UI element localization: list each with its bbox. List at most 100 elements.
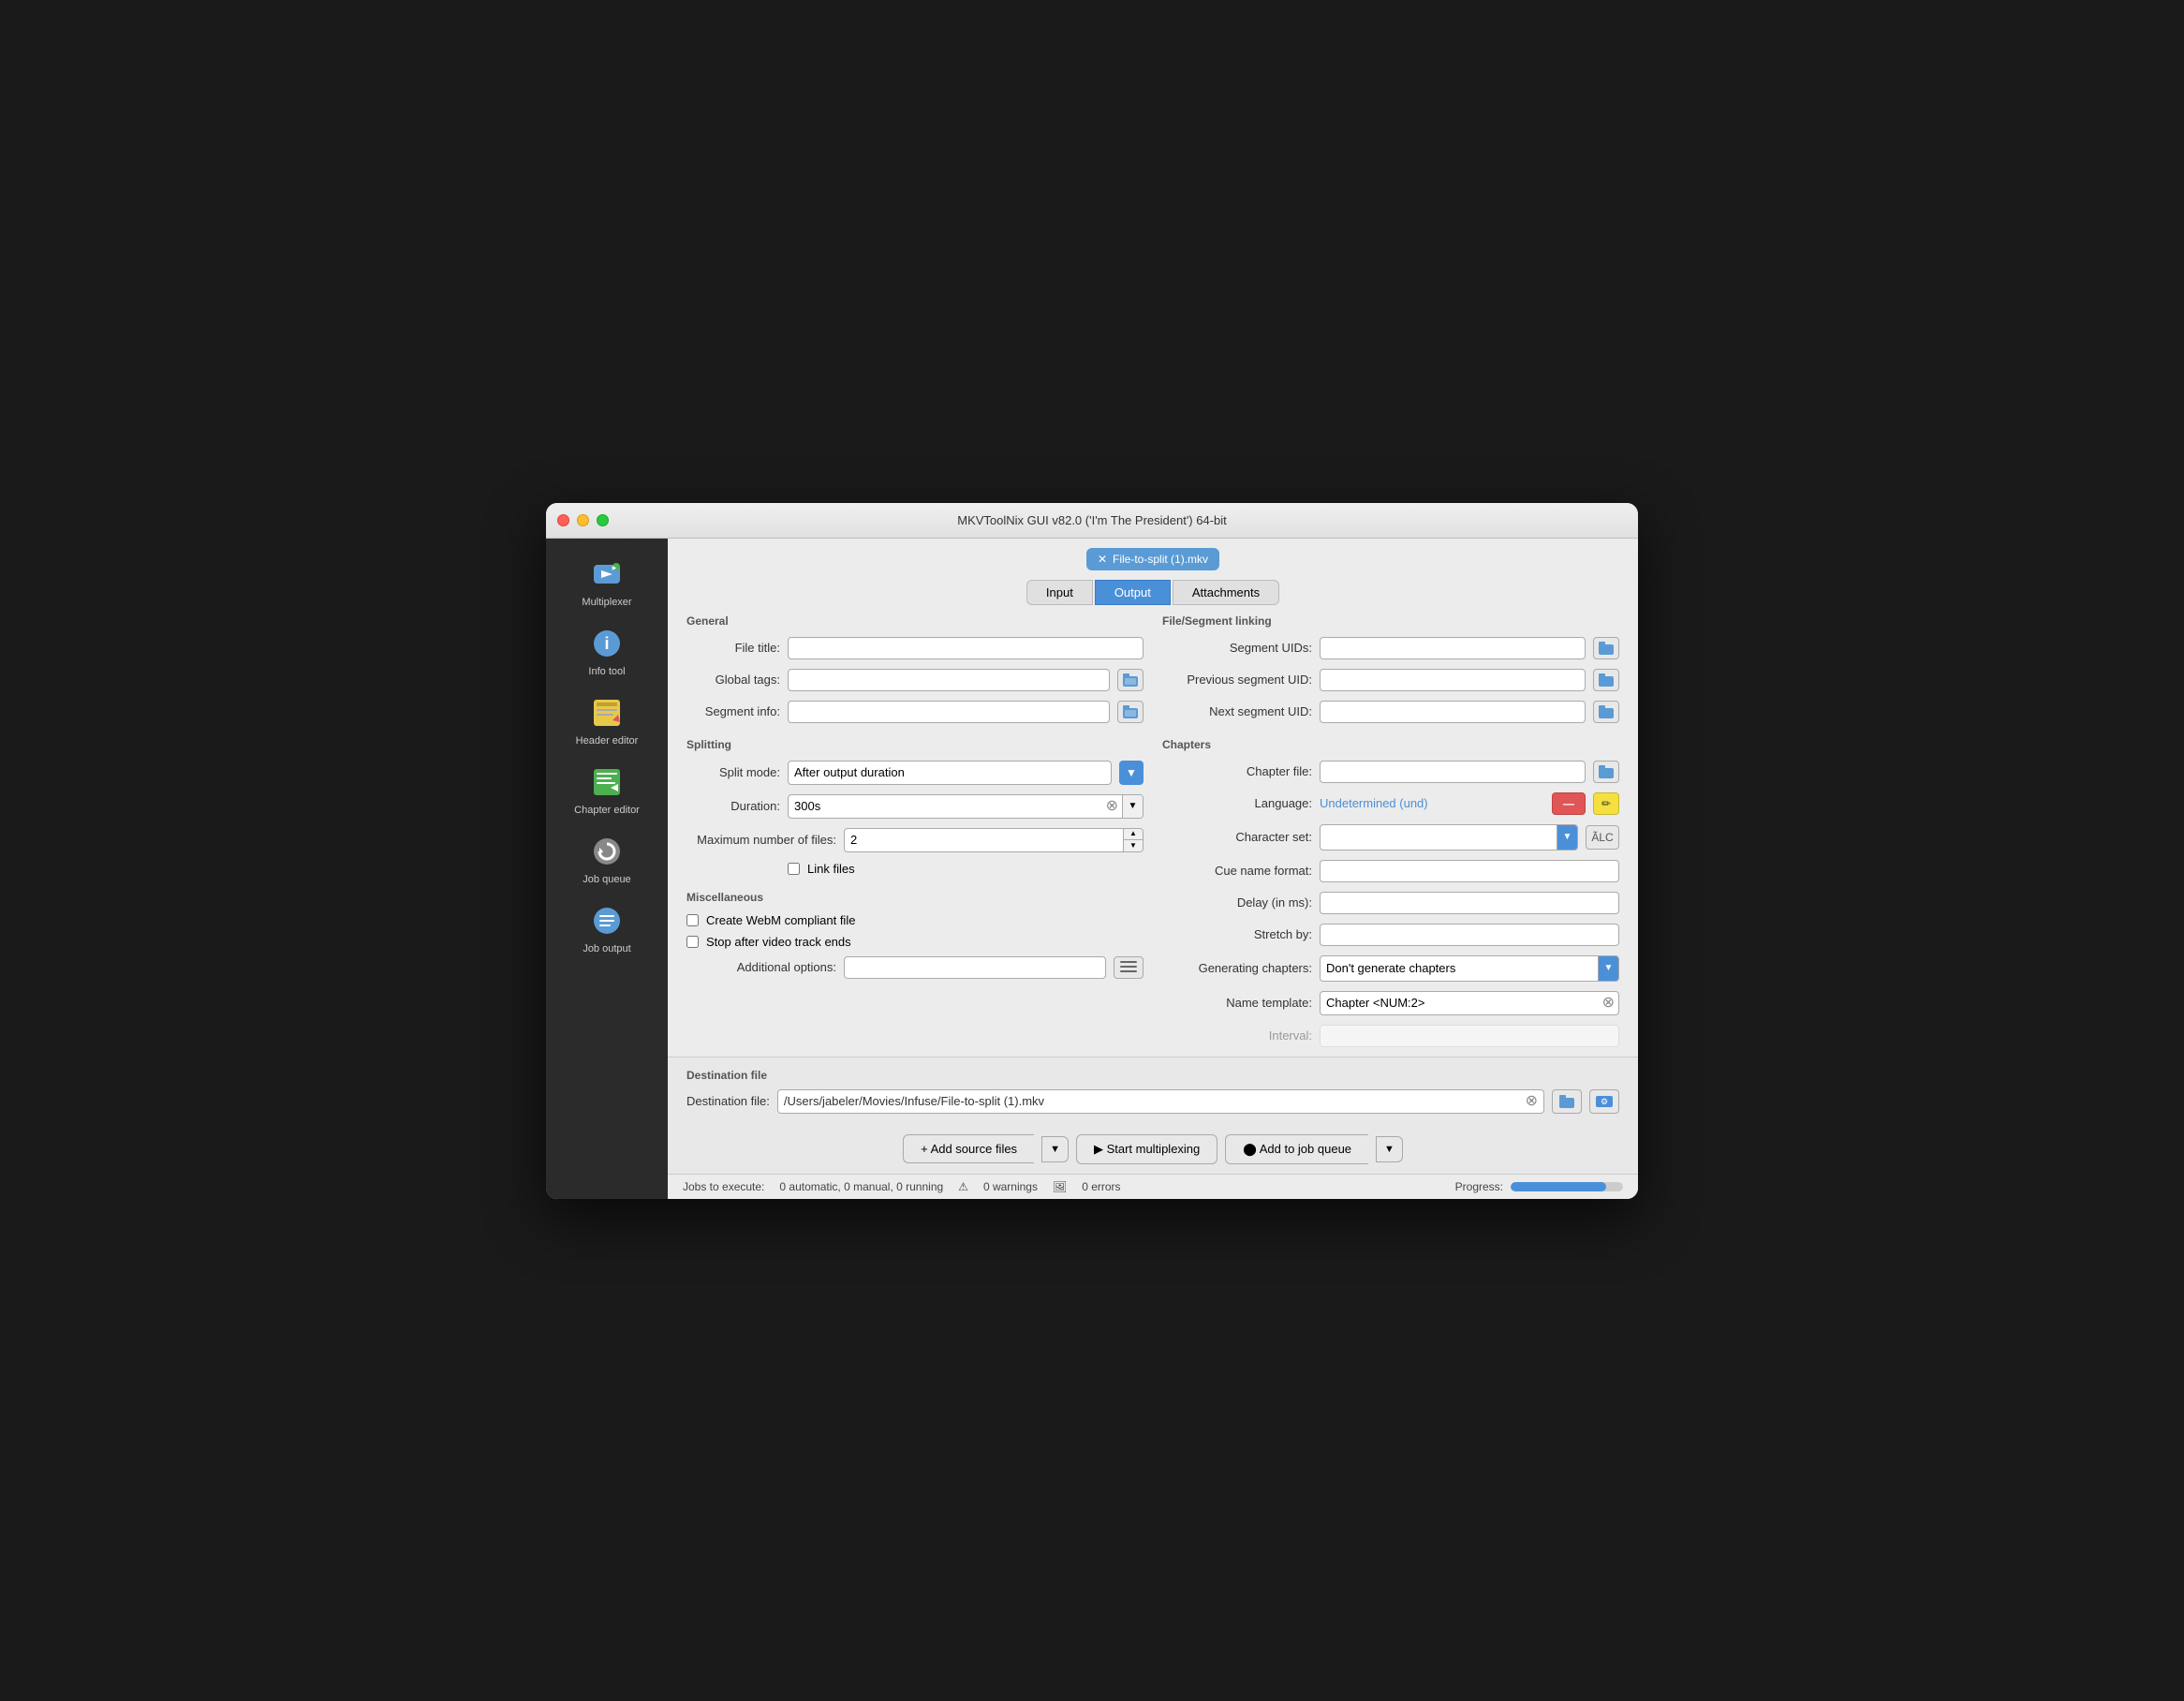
sidebar-item-job-queue[interactable]: Job queue	[551, 825, 663, 891]
segment-uids-browse-button[interactable]	[1593, 637, 1619, 659]
joboutput-icon	[588, 902, 626, 939]
next-segment-uid-input[interactable]	[1320, 701, 1586, 723]
create-webm-checkbox[interactable]	[686, 914, 699, 926]
character-set-row: Character set: ▼ ÃLC	[1162, 824, 1619, 850]
jobs-to-execute-value: 0 automatic, 0 manual, 0 running	[779, 1180, 943, 1193]
content-area: ✕ File-to-split (1).mkv Input Output Att…	[668, 539, 1638, 1199]
language-remove-button[interactable]: —	[1552, 792, 1586, 815]
max-files-spinner-wrap: ▲ ▼	[844, 828, 1144, 852]
language-row: Language: Undetermined (und) — ✏	[1162, 792, 1619, 815]
svg-text:▶: ▶	[612, 566, 617, 571]
language-edit-button[interactable]: ✏	[1593, 792, 1619, 815]
charset-arrow[interactable]: ▼	[1557, 825, 1577, 850]
file-chip-close[interactable]: ✕	[1098, 553, 1107, 566]
link-files-checkbox[interactable]	[788, 863, 800, 875]
max-files-up-button[interactable]: ▲	[1124, 829, 1143, 840]
add-to-job-queue-button[interactable]: ⬤ Add to job queue	[1225, 1134, 1368, 1164]
errors-icon: 🖼	[1053, 1180, 1067, 1193]
language-link[interactable]: Undetermined (und)	[1320, 796, 1544, 810]
add-to-job-queue-dropdown-arrow[interactable]: ▼	[1376, 1136, 1403, 1162]
close-button[interactable]	[557, 514, 569, 526]
svg-text:⚙: ⚙	[1601, 1097, 1608, 1106]
charset-select[interactable]	[1321, 825, 1557, 850]
maximize-button[interactable]	[597, 514, 609, 526]
additional-options-row: Additional options:	[686, 956, 1144, 979]
sidebar-item-chapter-editor[interactable]: Chapter editor	[551, 756, 663, 821]
dest-clear-button[interactable]: ⊗	[1526, 1094, 1538, 1109]
prev-segment-uid-input[interactable]	[1320, 669, 1586, 691]
stop-after-video-label: Stop after video track ends	[706, 935, 851, 949]
name-template-row: Name template: ⊗	[1162, 991, 1619, 1015]
progress-bar-fill	[1511, 1182, 1606, 1191]
dest-row: Destination file: /Users/jabeler/Movies/…	[686, 1089, 1619, 1114]
create-webm-row: Create WebM compliant file	[686, 913, 1144, 927]
dest-browse-button[interactable]	[1552, 1089, 1582, 1114]
tabs-row: Input Output Attachments	[1026, 580, 1279, 605]
sidebar-item-multiplexer[interactable]: ▶ Multiplexer	[551, 548, 663, 614]
segment-info-browse-button[interactable]	[1117, 701, 1144, 723]
status-progress: Progress:	[1455, 1180, 1623, 1193]
sidebar-item-chapter-label: Chapter editor	[574, 805, 640, 816]
right-panel: File/Segment linking Segment UIDs: Previ…	[1162, 614, 1619, 1057]
name-template-clear-button[interactable]: ⊗	[1599, 996, 1618, 1011]
chapter-file-input[interactable]	[1320, 761, 1586, 783]
sidebar-item-header-editor[interactable]: Header editor	[551, 687, 663, 752]
duration-expand-button[interactable]: ▼	[1122, 795, 1143, 818]
segment-uids-input[interactable]	[1320, 637, 1586, 659]
interval-input[interactable]	[1320, 1025, 1619, 1047]
file-title-input[interactable]	[788, 637, 1144, 659]
sidebar-item-header-label: Header editor	[576, 735, 639, 747]
cue-name-format-input[interactable]	[1320, 860, 1619, 882]
duration-clear-button[interactable]: ⊗	[1102, 799, 1122, 814]
splitting-section: Splitting Split mode: After output durat…	[686, 738, 1144, 876]
cue-name-format-row: Cue name format:	[1162, 860, 1619, 882]
file-segment-linking-section: File/Segment linking Segment UIDs: Previ…	[1162, 614, 1619, 723]
svg-text:i: i	[604, 634, 609, 653]
alc-button[interactable]: ÃLC	[1586, 825, 1619, 850]
stretch-by-input[interactable]	[1320, 924, 1619, 946]
chapter-editor-icon	[588, 763, 626, 801]
sidebar-item-info-tool[interactable]: i Info tool	[551, 617, 663, 683]
chapters-dropdown-arrow[interactable]: ▼	[1598, 956, 1618, 981]
general-section-title: General	[686, 614, 1144, 628]
sidebar: ▶ Multiplexer i Info tool	[546, 539, 668, 1199]
sidebar-item-job-output[interactable]: Job output	[551, 895, 663, 960]
minimize-button[interactable]	[577, 514, 589, 526]
tab-output[interactable]: Output	[1095, 580, 1171, 605]
max-files-input[interactable]	[845, 829, 1123, 851]
traffic-lights	[557, 514, 609, 526]
duration-input[interactable]	[789, 795, 1102, 818]
file-title-row: File title:	[686, 637, 1144, 659]
generating-chapters-select[interactable]: Don't generate chapters	[1321, 956, 1598, 981]
additional-options-list-button[interactable]	[1114, 956, 1144, 979]
prev-segment-uid-label: Previous segment UID:	[1162, 673, 1312, 687]
segment-info-input[interactable]	[788, 701, 1110, 723]
tab-input[interactable]: Input	[1026, 580, 1093, 605]
add-source-files-button[interactable]: + Add source files	[903, 1134, 1034, 1163]
prev-segment-uid-browse-button[interactable]	[1593, 669, 1619, 691]
tab-attachments[interactable]: Attachments	[1173, 580, 1279, 605]
start-multiplexing-button[interactable]: ▶ Start multiplexing	[1076, 1134, 1217, 1164]
global-tags-browse-button[interactable]	[1117, 669, 1144, 691]
additional-options-input[interactable]	[844, 956, 1106, 979]
global-tags-input[interactable]	[788, 669, 1110, 691]
split-mode-select[interactable]: After output duration	[788, 761, 1112, 785]
max-files-down-button[interactable]: ▼	[1124, 840, 1143, 851]
delay-input[interactable]	[1320, 892, 1619, 914]
chapter-file-browse-button[interactable]	[1593, 761, 1619, 783]
duration-label: Duration:	[686, 799, 780, 813]
errors-value: 0 errors	[1082, 1180, 1120, 1193]
name-template-input[interactable]	[1321, 992, 1599, 1014]
next-segment-uid-browse-button[interactable]	[1593, 701, 1619, 723]
interval-label: Interval:	[1162, 1028, 1312, 1043]
file-chip[interactable]: ✕ File-to-split (1).mkv	[1086, 548, 1219, 570]
titlebar: MKVToolNix GUI v82.0 ('I'm The President…	[546, 503, 1638, 539]
stop-after-video-checkbox[interactable]	[686, 936, 699, 948]
split-mode-dropdown-btn[interactable]: ▼	[1119, 761, 1144, 785]
file-chip-label: File-to-split (1).mkv	[1113, 553, 1208, 566]
dest-extra-button[interactable]: ⚙	[1589, 1089, 1619, 1114]
segment-info-row: Segment info:	[686, 701, 1144, 723]
global-tags-row: Global tags:	[686, 669, 1144, 691]
add-source-dropdown-arrow[interactable]: ▼	[1041, 1136, 1069, 1162]
window-title: MKVToolNix GUI v82.0 ('I'm The President…	[957, 513, 1227, 527]
